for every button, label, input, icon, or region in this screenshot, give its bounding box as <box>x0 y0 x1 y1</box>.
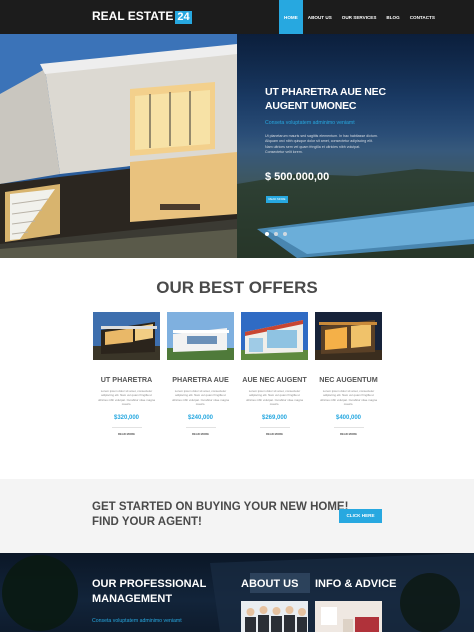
management-heading-line1: OUR PROFESSIONAL <box>92 578 207 590</box>
offer-title[interactable]: PHARETRA AUE <box>167 375 234 384</box>
about-us-heading: ABOUT US <box>241 578 299 590</box>
site-logo[interactable]: REAL ESTATE 24 <box>92 9 192 24</box>
cta-headline-line1: GET STARTED ON BUYING YOUR NEW HOME! <box>92 501 349 513</box>
offer-description: Lorem ipsum dolor sit amet, consectetur … <box>319 389 378 407</box>
team-photo[interactable] <box>241 601 308 632</box>
slider-dots <box>265 232 287 236</box>
offer-title[interactable]: AUE NEC AUGENT <box>241 375 308 384</box>
offer-description: Lorem ipsum dolor sit amet, consectetur … <box>245 389 304 407</box>
offer-price: $269,000 <box>261 414 288 421</box>
offer-description: Lorem ipsum dolor sit amet, consectetur … <box>97 389 156 407</box>
divider <box>259 426 290 428</box>
offer-read-more-link[interactable]: READ MORE <box>241 432 308 436</box>
logo-text: REAL ESTATE <box>92 9 174 23</box>
offer-price: $320,000 <box>113 414 140 421</box>
main-nav: HOME ABOUT US OUR SERVICES BLOG CONTACTS <box>279 0 440 34</box>
offer-card: NEC AUGENTUM Lorem ipsum dolor sit amet,… <box>315 312 382 436</box>
offer-read-more-link[interactable]: READ MORE <box>93 432 160 436</box>
hero-description: Ut planetarum mauris sed sagittis elemen… <box>265 134 378 155</box>
offer-card: AUE NEC AUGENT Lorem ipsum dolor sit ame… <box>241 312 308 436</box>
cta-headline-line2: FIND YOUR AGENT! <box>92 516 202 528</box>
offer-read-more-link[interactable]: READ MORE <box>315 432 382 436</box>
hero-title: UT PHARETRA AUE NEC AUGENT UMONEC <box>265 86 386 112</box>
offer-title[interactable]: NEC AUGENTUM <box>315 375 382 384</box>
slider-dot-1[interactable] <box>265 232 269 236</box>
offers-heading: OUR BEST OFFERS <box>156 278 318 297</box>
offer-price: $240,000 <box>187 414 214 421</box>
divider <box>333 426 364 428</box>
cta-click-here-button[interactable]: CLICK HERE <box>339 509 382 523</box>
offer-card: PHARETRA AUE Lorem ipsum dolor sit amet,… <box>167 312 234 436</box>
offer-read-more-link[interactable]: READ MORE <box>167 432 234 436</box>
logo-badge: 24 <box>175 11 192 24</box>
nav-contacts[interactable]: CONTACTS <box>405 0 440 34</box>
slider-dot-2[interactable] <box>274 232 278 236</box>
nav-our-services[interactable]: OUR SERVICES <box>337 0 382 34</box>
offer-card: UT PHARETRA Lorem ipsum dolor sit amet, … <box>93 312 160 436</box>
offer-title[interactable]: UT PHARETRA <box>93 375 160 384</box>
management-subtitle: Conseta voluptatem adminimo veniamt <box>92 618 182 624</box>
hero-subtitle: Conseta voluptatem adminimo veniamt <box>265 120 355 126</box>
night-house-image <box>2 553 474 632</box>
offer-image[interactable] <box>167 312 234 360</box>
nav-home[interactable]: HOME <box>279 0 303 34</box>
hero-price: $ 500.000,00 <box>265 171 330 183</box>
hero-read-more-button[interactable]: READ MORE <box>266 196 288 203</box>
offer-image[interactable] <box>241 312 308 360</box>
offer-image[interactable] <box>93 312 160 360</box>
hero-slider: UT PHARETRA AUE NEC AUGENT UMONEC Conset… <box>0 34 474 258</box>
hero-house-image <box>0 34 237 258</box>
nav-about-us[interactable]: ABOUT US <box>303 0 337 34</box>
offer-price: $400,000 <box>335 414 362 421</box>
offer-description: Lorem ipsum dolor sit amet, consectetur … <box>171 389 230 407</box>
offer-image[interactable] <box>315 312 382 360</box>
management-heading-line2: MANAGEMENT <box>92 593 173 605</box>
cta-section <box>0 479 474 553</box>
interior-photo[interactable] <box>315 601 382 632</box>
slider-dot-3[interactable] <box>283 232 287 236</box>
info-band <box>0 553 474 632</box>
site-header: REAL ESTATE 24 HOME ABOUT US OUR SERVICES… <box>0 0 474 34</box>
nav-blog[interactable]: BLOG <box>381 0 404 34</box>
divider <box>111 426 142 428</box>
info-advice-heading: INFO & ADVICE <box>315 578 397 590</box>
divider <box>185 426 216 428</box>
